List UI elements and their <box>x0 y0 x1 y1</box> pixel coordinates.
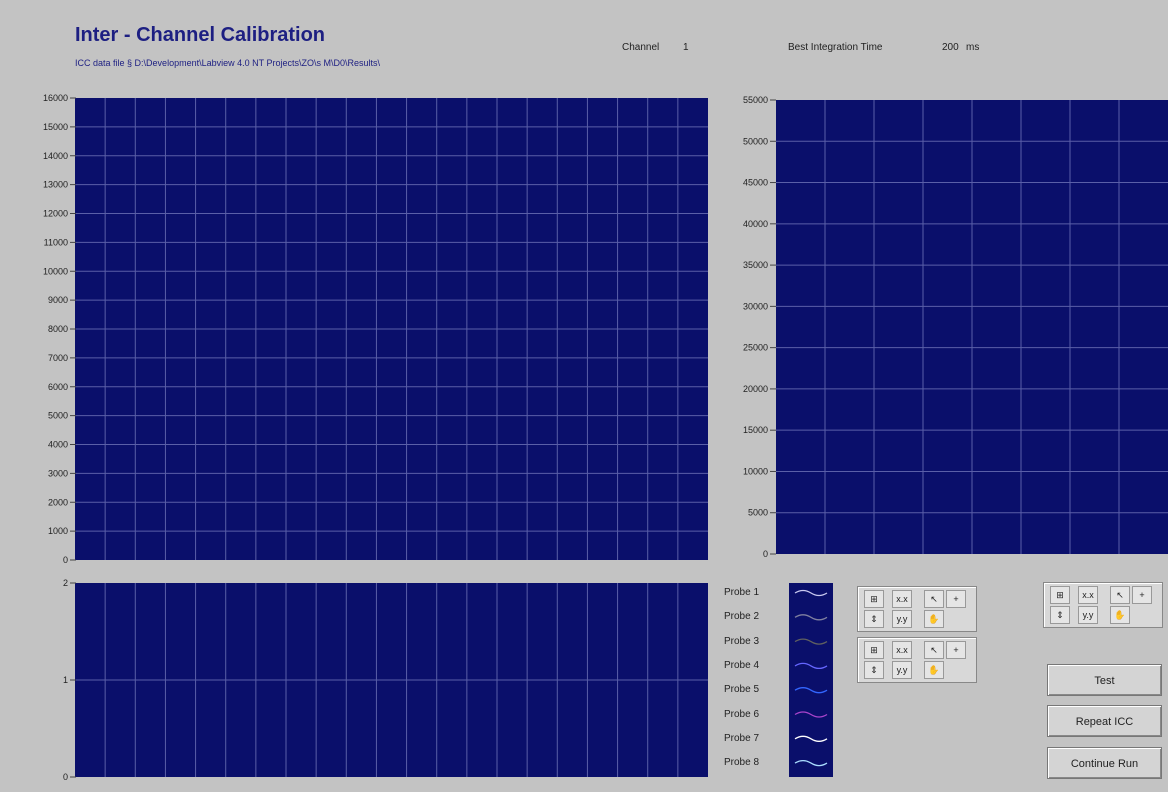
y-tick-label: 3000 <box>48 468 68 478</box>
page-title: Inter - Channel Calibration <box>75 24 326 46</box>
format-x-icon[interactable]: x.x <box>1078 586 1098 604</box>
y-tick-label: 0 <box>63 555 68 565</box>
probe-swatch <box>794 638 828 645</box>
probe-swatch <box>794 687 828 694</box>
y-tick-label: 15000 <box>743 425 768 435</box>
y-tick-label: 40000 <box>743 219 768 229</box>
integration-label: Best Integration Time <box>788 42 883 53</box>
graph-palette-3[interactable]: ⊞ x.x ↖ + ⇕ y.y ✋ <box>1043 582 1163 628</box>
pan-icon[interactable]: ⇕ <box>1050 606 1070 624</box>
bottom-graph[interactable] <box>75 583 708 777</box>
y-tick-label: 16000 <box>43 93 68 103</box>
y-tick-label: 14000 <box>43 151 68 161</box>
zoom-icon[interactable]: ⊞ <box>864 641 884 659</box>
y-tick-label: 35000 <box>743 260 768 270</box>
probe-label: Probe 1 <box>724 587 760 598</box>
y-tick-label: 5000 <box>748 508 768 518</box>
y-tick-label: 11000 <box>44 237 68 247</box>
y-tick-label: 4000 <box>48 440 68 450</box>
main-graph[interactable] <box>75 98 708 560</box>
y-tick-label: 30000 <box>743 301 768 311</box>
format-y-icon[interactable]: y.y <box>892 610 912 628</box>
zoom-icon[interactable]: ⊞ <box>864 590 884 608</box>
bottom-graph-y-axis: 2 1 0 <box>63 578 76 782</box>
y-tick-label: 1 <box>63 675 68 685</box>
integration-unit: ms <box>966 42 980 53</box>
probe-label: Probe 7 <box>724 732 760 744</box>
main-graph-y-axis: 1600015000140001300012000110001000090008… <box>43 93 76 565</box>
pan-icon[interactable]: ⇕ <box>864 661 884 679</box>
probe-swatch <box>794 614 828 621</box>
y-tick-label: 20000 <box>743 384 768 394</box>
cursor-icon[interactable]: ↖ <box>924 590 944 608</box>
probe-label: Probe 8 <box>724 757 760 769</box>
graph-palette-1[interactable]: ⊞ x.x ↖ + ⇕ y.y ✋ <box>857 586 977 632</box>
hand-icon[interactable]: ✋ <box>1110 606 1130 624</box>
format-y-icon[interactable]: y.y <box>892 661 912 679</box>
plus-icon[interactable]: + <box>946 641 966 659</box>
probe-swatch <box>794 759 828 767</box>
hand-icon[interactable]: ✋ <box>924 661 944 679</box>
right-graph-y-axis: 5500050000450004000035000300002500020000… <box>743 95 776 559</box>
y-tick-label: 8000 <box>48 324 68 334</box>
icc-file-path: ICC data file § D:\Development\Labview 4… <box>75 58 380 68</box>
zoom-icon[interactable]: ⊞ <box>1050 586 1070 604</box>
y-tick-label: 10000 <box>43 266 68 276</box>
format-x-icon[interactable]: x.x <box>892 641 912 659</box>
y-tick-label: 50000 <box>743 136 768 146</box>
format-y-icon[interactable]: y.y <box>1078 606 1098 624</box>
probe-label: Probe 6 <box>724 708 760 720</box>
probe-label: Probe 2 <box>724 611 760 623</box>
hand-icon[interactable]: ✋ <box>924 610 944 628</box>
plus-icon[interactable]: + <box>1132 586 1152 604</box>
y-tick-label: 9000 <box>48 295 68 305</box>
channel-value: 1 <box>683 42 689 53</box>
probe-swatch <box>794 662 828 670</box>
cursor-icon[interactable]: ↖ <box>1110 586 1130 604</box>
y-tick-label: 7000 <box>48 353 68 363</box>
integration-value: 200 <box>942 42 959 53</box>
probe-swatches <box>789 583 833 777</box>
y-tick-label: 1000 <box>48 526 68 536</box>
y-tick-label: 0 <box>763 549 768 559</box>
y-tick-label: 15000 <box>43 122 68 132</box>
channel-label: Channel <box>622 42 660 53</box>
test-button[interactable]: Test <box>1047 664 1162 696</box>
right-graph[interactable] <box>776 100 1168 554</box>
continue-run-button[interactable]: Continue Run <box>1047 747 1162 779</box>
probe-label: Probe 4 <box>724 659 760 671</box>
y-tick-label: 5000 <box>48 411 68 421</box>
y-tick-label: 2000 <box>48 497 68 507</box>
y-tick-label: 10000 <box>743 466 768 476</box>
probe-swatch <box>794 589 828 597</box>
pan-icon[interactable]: ⇕ <box>864 610 884 628</box>
y-tick-label: 45000 <box>743 178 768 188</box>
probe-label: Probe 3 <box>724 635 760 647</box>
file-label: ICC data file <box>75 58 125 68</box>
cursor-icon[interactable]: ↖ <box>924 641 944 659</box>
y-tick-label: 12000 <box>43 209 68 219</box>
y-tick-label: 6000 <box>48 382 68 392</box>
plus-icon[interactable]: + <box>946 590 966 608</box>
graph-palette-2[interactable]: ⊞ x.x ↖ + ⇕ y.y ✋ <box>857 637 977 683</box>
probe-label: Probe 5 <box>724 684 760 696</box>
probe-swatch <box>794 735 828 742</box>
file-path-value: § D:\Development\Labview 4.0 NT Projects… <box>127 58 380 68</box>
y-tick-label: 2 <box>63 578 68 588</box>
format-x-icon[interactable]: x.x <box>892 590 912 608</box>
repeat-icc-button[interactable]: Repeat ICC <box>1047 705 1162 737</box>
y-tick-label: 13000 <box>43 180 68 190</box>
y-tick-label: 55000 <box>743 95 768 105</box>
y-tick-label: 25000 <box>743 343 768 353</box>
probe-swatch <box>794 711 828 718</box>
y-tick-label: 0 <box>63 772 68 782</box>
